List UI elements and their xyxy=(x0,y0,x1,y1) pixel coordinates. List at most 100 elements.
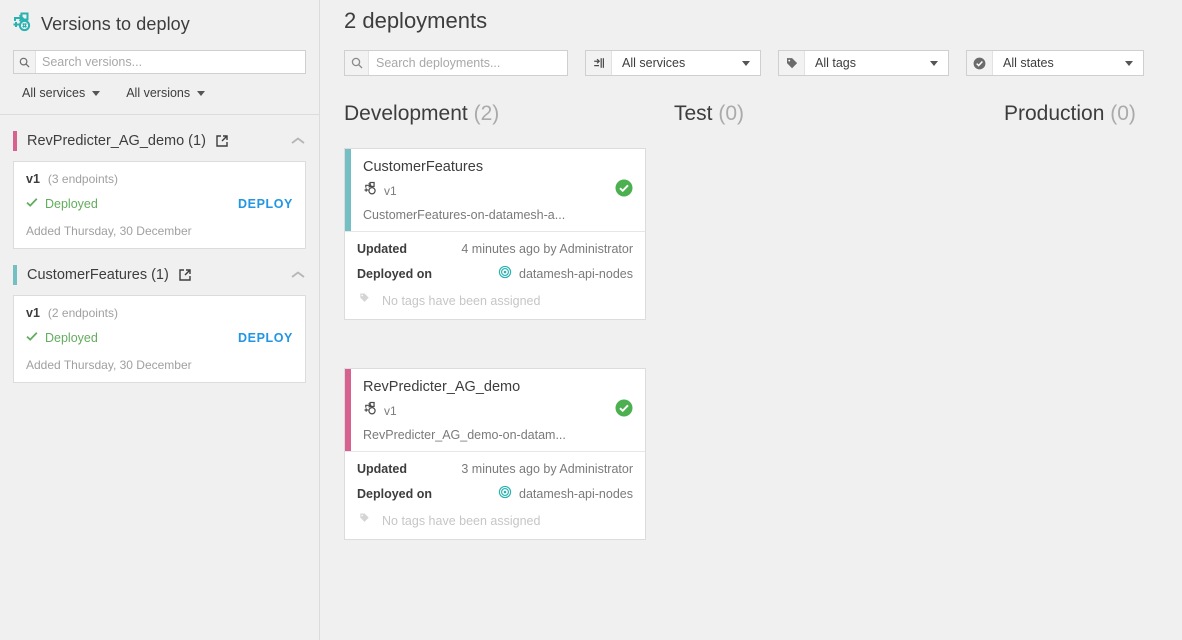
chevron-up-icon[interactable] xyxy=(290,136,306,146)
sidebar-title: Versions to deploy xyxy=(41,14,190,35)
check-icon xyxy=(26,195,38,213)
sidebar-group: RevPredicter_AG_demo (1) v1 xyxy=(0,115,319,249)
sidebar-version-card[interactable]: v1 (3 endpoints) Deployed DEPLOY Added T… xyxy=(13,161,306,249)
chevron-down-icon xyxy=(92,91,100,96)
search-icon xyxy=(14,51,36,73)
deployed-on-value: datamesh-api-nodes xyxy=(519,487,633,501)
deployed-on-row: Deployed on datamesh-api-nodes xyxy=(357,265,633,282)
check-icon xyxy=(26,329,38,347)
sidebar-filter-services[interactable]: All services xyxy=(22,86,100,100)
deployment-name: RevPredicter_AG_demo xyxy=(363,379,633,395)
version-label: v1 xyxy=(26,306,40,320)
sidebar-filter-services-label: All services xyxy=(22,86,85,100)
updated-value: 4 minutes ago by Administrator xyxy=(461,242,633,256)
deployment-card[interactable]: CustomerFeatures xyxy=(344,148,646,320)
column-count: (0) xyxy=(1110,102,1136,125)
state-check-circle-icon xyxy=(967,51,993,75)
sidebar-search[interactable] xyxy=(13,50,306,74)
sidebar-group-header[interactable]: CustomerFeatures (1) xyxy=(13,249,306,295)
filter-services-label: All services xyxy=(612,56,695,70)
updated-label: Updated xyxy=(357,242,407,256)
tags-row[interactable]: No tags have been assigned xyxy=(357,511,633,530)
filter-services-select[interactable]: All services xyxy=(585,50,761,76)
column-development: Development (2) CustomerFeatures xyxy=(344,102,674,540)
column-production: Production (0) xyxy=(1004,102,1182,540)
version-label: v1 xyxy=(26,172,40,186)
updated-row: Updated 3 minutes ago by Administrator xyxy=(357,462,633,476)
deployed-on-value-group: datamesh-api-nodes xyxy=(498,265,633,282)
deployments-main: 2 deployments xyxy=(320,0,1182,640)
filter-tags-select[interactable]: All tags xyxy=(778,50,949,76)
search-icon xyxy=(345,51,369,75)
deployment-card-top: RevPredicter_AG_demo xyxy=(345,369,645,451)
group-accent-bar xyxy=(13,265,17,285)
endpoints-count: (2 endpoints) xyxy=(48,306,118,320)
added-date: Added Thursday, 30 December xyxy=(26,224,293,238)
search-versions-input[interactable] xyxy=(36,51,305,73)
deployment-card[interactable]: RevPredicter_AG_demo xyxy=(344,368,646,540)
deployments-search[interactable] xyxy=(344,50,568,76)
column-count: (2) xyxy=(474,102,500,125)
column-header: Production (0) xyxy=(1004,102,1182,126)
deploy-button[interactable]: DEPLOY xyxy=(238,197,293,211)
sidebar-filter-versions-label: All versions xyxy=(126,86,190,100)
deployment-columns: Development (2) CustomerFeatures xyxy=(344,102,1182,540)
filter-states-select[interactable]: All states xyxy=(966,50,1144,76)
status-row: Deployed DEPLOY xyxy=(26,195,293,213)
deployment-version-row: v1 xyxy=(363,181,633,201)
sidebar-group-header[interactable]: RevPredicter_AG_demo (1) xyxy=(13,115,306,161)
status-badge: Deployed xyxy=(45,331,98,345)
version-node-icon xyxy=(363,401,378,421)
sidebar-filter-versions[interactable]: All versions xyxy=(126,86,205,100)
deployment-name: CustomerFeatures xyxy=(363,159,633,175)
filter-tags-label: All tags xyxy=(805,56,866,70)
service-filter-icon xyxy=(586,51,612,75)
deployment-version: v1 xyxy=(384,404,397,418)
added-date: Added Thursday, 30 December xyxy=(26,358,293,372)
status-row: Deployed DEPLOY xyxy=(26,329,293,347)
column-test: Test (0) xyxy=(674,102,1004,540)
deployed-on-label: Deployed on xyxy=(357,487,432,501)
sidebar-filters: All services All versions xyxy=(0,74,319,100)
tags-empty-text: No tags have been assigned xyxy=(382,514,540,528)
deployment-version-row: v1 xyxy=(363,401,633,421)
deploy-button[interactable]: DEPLOY xyxy=(238,331,293,345)
deployment-card-body: RevPredicter_AG_demo xyxy=(351,369,645,451)
updated-label: Updated xyxy=(357,462,407,476)
version-row: v1 (2 endpoints) xyxy=(26,306,293,320)
version-node-icon xyxy=(363,181,378,201)
deployment-endpoint: RevPredicter_AG_demo-on-datam... xyxy=(363,428,633,442)
page-title: 2 deployments xyxy=(344,0,1182,34)
group-accent-bar xyxy=(13,131,17,151)
column-header: Development (2) xyxy=(344,102,674,126)
deployed-on-label: Deployed on xyxy=(357,267,432,281)
deployed-on-row: Deployed on datamesh-api-nodes xyxy=(357,485,633,502)
sidebar-version-card[interactable]: v1 (2 endpoints) Deployed DEPLOY Added T… xyxy=(13,295,306,383)
deployed-on-value-group: datamesh-api-nodes xyxy=(498,485,633,502)
deployment-endpoint: CustomerFeatures-on-datamesh-a... xyxy=(363,208,633,222)
tags-row[interactable]: No tags have been assigned xyxy=(357,291,633,310)
deploy-versions-icon xyxy=(11,11,33,38)
version-row: v1 (3 endpoints) xyxy=(26,172,293,186)
column-title: Production xyxy=(1004,102,1104,125)
node-target-icon xyxy=(498,485,512,502)
sidebar-group-name: CustomerFeatures (1) xyxy=(27,267,169,283)
status-badge: Deployed xyxy=(45,197,98,211)
search-deployments-input[interactable] xyxy=(369,51,567,75)
app-root: Versions to deploy All services All vers… xyxy=(0,0,1182,640)
deployment-card-top: CustomerFeatures xyxy=(345,149,645,231)
chevron-down-icon xyxy=(742,61,760,66)
sidebar-group: CustomerFeatures (1) v1 ( xyxy=(0,249,319,383)
chevron-down-icon xyxy=(197,91,205,96)
chevron-down-icon xyxy=(930,61,948,66)
updated-row: Updated 4 minutes ago by Administrator xyxy=(357,242,633,256)
deployments-toolbar: All services All tags xyxy=(344,50,1182,76)
deployment-version: v1 xyxy=(384,184,397,198)
endpoints-count: (3 endpoints) xyxy=(48,172,118,186)
chevron-up-icon[interactable] xyxy=(290,270,306,280)
column-title: Development xyxy=(344,102,468,125)
external-link-icon[interactable] xyxy=(215,134,229,148)
tag-icon xyxy=(357,511,371,530)
versions-sidebar: Versions to deploy All services All vers… xyxy=(0,0,320,640)
external-link-icon[interactable] xyxy=(178,268,192,282)
